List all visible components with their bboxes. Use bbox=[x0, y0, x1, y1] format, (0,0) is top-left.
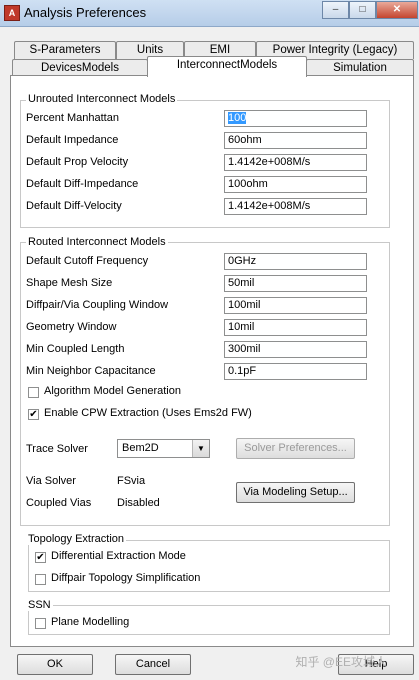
default-diff-velocity-label: Default Diff-Velocity bbox=[26, 200, 122, 212]
min-coupled-length-label: Min Coupled Length bbox=[26, 343, 125, 355]
watermark: 知乎 @EE攻城人 bbox=[295, 655, 387, 669]
trace-solver-select[interactable]: Bem2D ▼ bbox=[117, 439, 210, 458]
chevron-down-icon[interactable]: ▼ bbox=[192, 440, 209, 457]
cpw-extraction-label: Enable CPW Extraction (Uses Ems2d FW) bbox=[44, 407, 252, 419]
plane-modelling-label: Plane Modelling bbox=[51, 616, 130, 628]
cancel-button[interactable]: Cancel bbox=[115, 654, 191, 675]
cutoff-frequency-label: Default Cutoff Frequency bbox=[26, 255, 149, 267]
tab-s-parameters[interactable]: S-Parameters bbox=[14, 41, 116, 59]
minimize-icon[interactable]: – bbox=[322, 1, 349, 19]
cutoff-frequency-input[interactable]: 0GHz bbox=[224, 253, 367, 270]
default-prop-velocity-input[interactable]: 1.4142e+008M/s bbox=[224, 154, 367, 171]
coupling-window-input[interactable]: 100mil bbox=[224, 297, 367, 314]
check-mark-icon: ✔ bbox=[36, 552, 45, 563]
default-prop-velocity-label: Default Prop Velocity bbox=[26, 156, 129, 168]
maximize-icon[interactable]: □ bbox=[349, 1, 376, 19]
default-diff-velocity-input[interactable]: 1.4142e+008M/s bbox=[224, 198, 367, 215]
shape-mesh-size-input[interactable]: 50mil bbox=[224, 275, 367, 292]
ssn-group-title: SSN bbox=[26, 599, 53, 611]
solver-preferences-button[interactable]: Solver Preferences... bbox=[236, 438, 355, 459]
via-solver-label: Via Solver bbox=[26, 475, 76, 487]
plane-modelling-checkbox[interactable] bbox=[35, 618, 46, 629]
coupled-vias-label: Coupled Vias bbox=[26, 497, 92, 509]
check-mark-icon: ✔ bbox=[29, 409, 38, 420]
trace-solver-value: Bem2D bbox=[122, 442, 159, 454]
diffpair-topology-label: Diffpair Topology Simplification bbox=[51, 572, 201, 584]
default-impedance-input[interactable]: 60ohm bbox=[224, 132, 367, 149]
algorithm-model-label: Algorithm Model Generation bbox=[44, 385, 181, 397]
via-modeling-setup-button[interactable]: Via Modeling Setup... bbox=[236, 482, 355, 503]
percent-manhattan-label: Percent Manhattan bbox=[26, 112, 119, 124]
trace-solver-label: Trace Solver bbox=[26, 443, 88, 455]
differential-extraction-checkbox[interactable]: ✔ bbox=[35, 552, 46, 563]
coupled-vias-value: Disabled bbox=[117, 497, 160, 509]
ok-button[interactable]: OK bbox=[17, 654, 93, 675]
via-solver-value: FSvia bbox=[117, 475, 146, 487]
differential-extraction-label: Differential Extraction Mode bbox=[51, 550, 186, 562]
default-diff-impedance-label: Default Diff-Impedance bbox=[26, 178, 139, 190]
topology-group-title: Topology Extraction bbox=[26, 533, 126, 545]
geometry-window-label: Geometry Window bbox=[26, 321, 117, 333]
routed-group-title: Routed Interconnect Models bbox=[26, 236, 168, 248]
geometry-window-input[interactable]: 10mil bbox=[224, 319, 367, 336]
min-coupled-length-input[interactable]: 300mil bbox=[224, 341, 367, 358]
unrouted-group-title: Unrouted Interconnect Models bbox=[26, 93, 178, 105]
shape-mesh-size-label: Shape Mesh Size bbox=[26, 277, 113, 289]
window-title: Analysis Preferences bbox=[24, 5, 147, 20]
algorithm-model-checkbox[interactable] bbox=[28, 387, 39, 398]
coupling-window-label: Diffpair/Via Coupling Window bbox=[26, 299, 169, 311]
min-neighbor-capacitance-label: Min Neighbor Capacitance bbox=[26, 365, 156, 377]
default-impedance-label: Default Impedance bbox=[26, 134, 119, 146]
close-icon[interactable]: ✕ bbox=[376, 1, 418, 19]
topology-group bbox=[28, 540, 390, 592]
default-diff-impedance-input[interactable]: 100ohm bbox=[224, 176, 367, 193]
cpw-extraction-checkbox[interactable]: ✔ bbox=[28, 409, 39, 420]
min-neighbor-capacitance-input[interactable]: 0.1pF bbox=[224, 363, 367, 380]
tab-interconnect-models[interactable]: InterconnectModels bbox=[147, 56, 307, 77]
app-icon[interactable]: A bbox=[4, 5, 20, 21]
diffpair-topology-checkbox[interactable] bbox=[35, 574, 46, 585]
percent-manhattan-input[interactable]: 100 bbox=[224, 110, 367, 127]
